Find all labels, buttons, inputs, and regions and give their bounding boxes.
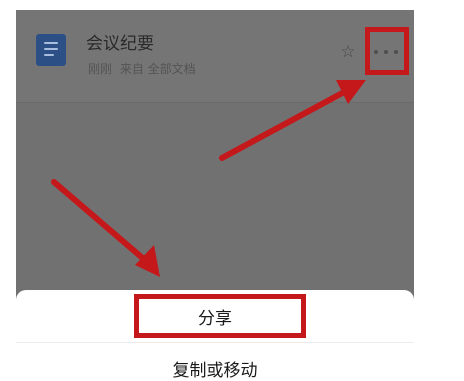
arrow-to-share-head xyxy=(135,245,160,277)
arrow-to-more-line xyxy=(219,88,349,161)
annotation-arrows xyxy=(51,80,366,277)
arrow-to-share-line xyxy=(51,179,149,264)
